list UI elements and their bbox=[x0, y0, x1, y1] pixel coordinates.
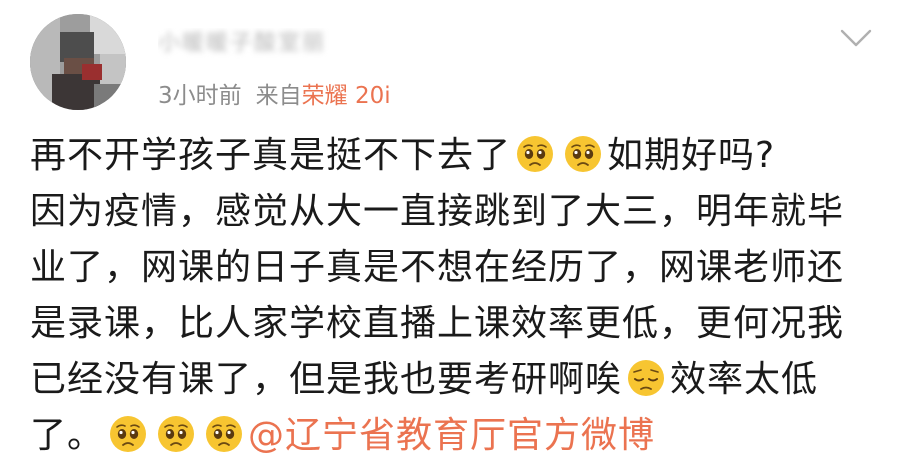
post-time: 3小时前 bbox=[158, 83, 242, 109]
content-line: 因为疫情，感觉从大一直接跳到了大三，明年就毕 bbox=[30, 191, 845, 232]
username[interactable]: 小暖暖子酸室丽 bbox=[158, 28, 390, 60]
pleading-face-emoji-icon bbox=[110, 416, 147, 452]
pleading-face-emoji-icon bbox=[565, 136, 602, 172]
pleading-face-emoji-icon bbox=[158, 416, 195, 452]
pensive-face-emoji-icon bbox=[628, 360, 665, 396]
chevron-down-icon[interactable] bbox=[838, 26, 874, 50]
content-line: 业了，网课的日子真是不想在经历了，网课老师还 bbox=[30, 247, 845, 288]
avatar[interactable] bbox=[30, 14, 126, 110]
content-line: 再不开学孩子真是挺不下去了 如期好吗? bbox=[30, 135, 776, 176]
pleading-face-emoji-icon bbox=[206, 416, 243, 452]
content-line: 是录课，比人家学校直播上课效率更低，更何况我 bbox=[30, 303, 845, 344]
post-source-device[interactable]: 荣耀 20i bbox=[302, 83, 391, 109]
weibo-post: 小暖暖子酸室丽 3小时前 来自荣耀 20i 再不开学孩子真是挺不下去了 如期好吗… bbox=[0, 0, 900, 460]
post-meta: 3小时前 来自荣耀 20i bbox=[158, 80, 391, 112]
content-line: 了。 @辽宁省教育厅官方微博 bbox=[30, 415, 656, 456]
username-text: 小暖暖子酸室丽 bbox=[158, 31, 327, 56]
source-prefix: 来自 bbox=[255, 83, 302, 109]
post-content: 再不开学孩子真是挺不下去了 如期好吗? 因为疫情，感觉从大一直接跳到了大三，明年… bbox=[30, 128, 860, 464]
content-line: 已经没有课了，但是我也要考研啊唉 效率太低 bbox=[30, 359, 819, 400]
mention-link[interactable]: @辽宁省教育厅官方微博 bbox=[248, 415, 655, 456]
pleading-face-emoji-icon bbox=[517, 136, 554, 172]
